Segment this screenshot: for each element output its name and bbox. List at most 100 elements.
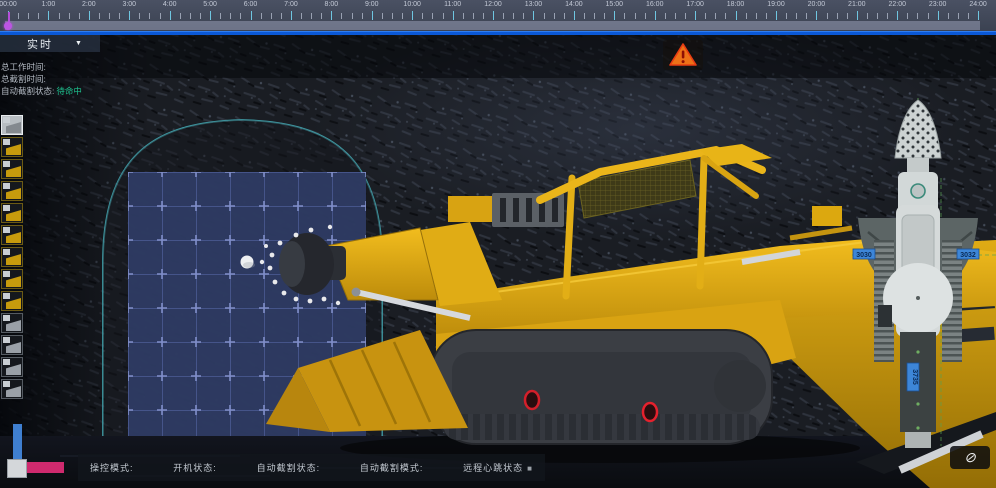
timeline-tick <box>655 11 656 20</box>
track-marker-red-1 <box>525 391 539 409</box>
status-line-total-cut: 总截割时间: <box>1 73 82 85</box>
timeline-tick <box>170 11 171 20</box>
timeline-hour-label: 20:00 <box>808 1 826 8</box>
camera-view-thumbnail[interactable] <box>1 291 23 311</box>
camera-view-thumbnail[interactable] <box>1 203 23 223</box>
timeline-tick <box>291 11 292 20</box>
timeline-tick <box>251 11 252 20</box>
joystick-axis-x-bar <box>27 462 64 473</box>
thumb-machine-icon <box>6 276 21 287</box>
thumb-cab-icon <box>3 249 10 255</box>
svg-text:3032: 3032 <box>960 252 976 259</box>
disable-control-button[interactable]: ⊘ <box>950 446 990 469</box>
camera-view-thumbnail[interactable] <box>1 269 23 289</box>
timeline-tick <box>271 13 272 19</box>
timeline-hour-label: 3:00 <box>122 1 136 8</box>
timeline-tick <box>695 11 696 20</box>
camera-view-thumbnail[interactable] <box>1 225 23 245</box>
scene-3d-viewport[interactable]: 3030 3032 3735 <box>0 0 996 488</box>
camera-view-thumbnail[interactable] <box>1 247 23 267</box>
timeline-tick <box>665 13 666 19</box>
timeline-tick <box>756 13 757 19</box>
timeline-tick <box>624 13 625 19</box>
timeline-hour-label: 4:00 <box>163 1 177 8</box>
timeline-tick <box>382 13 383 19</box>
track-marker-red-2 <box>643 403 657 421</box>
timeline-hour-label: 21:00 <box>848 1 866 8</box>
thumb-machine-icon <box>6 188 21 199</box>
timeline-hour-label: 10:00 <box>403 1 421 8</box>
thumb-cab-icon <box>3 337 10 343</box>
timeline-tick <box>554 13 555 19</box>
timeline-tick <box>978 11 979 20</box>
svg-text:3030: 3030 <box>856 252 872 259</box>
timeline-tick <box>69 13 70 19</box>
camera-view-thumbnail[interactable] <box>1 313 23 333</box>
thumb-cab-icon <box>3 205 10 211</box>
timeline-tick <box>584 13 585 19</box>
timeline-tick <box>513 13 514 19</box>
status-line-auto-cut: 自动截割状态:待命中 <box>1 85 82 97</box>
joystick-handle[interactable] <box>7 459 27 478</box>
machine-status-bar: 操控模式:开机状态:自动截割状态:自动截割模式:远程心跳状态■ <box>78 454 545 481</box>
timeline-tick <box>38 13 39 19</box>
thumb-cab-icon <box>3 293 10 299</box>
timeline-hour-label: 11:00 <box>444 1 461 8</box>
timeline-tick <box>443 13 444 19</box>
timeline-tick <box>594 13 595 19</box>
timeline-tick <box>28 13 29 19</box>
timeline-tick <box>827 13 828 19</box>
timeline-tick <box>523 13 524 19</box>
tunnel-scene-canvas: 3030 3032 3735 <box>0 0 996 488</box>
timeline-tick <box>604 13 605 19</box>
warning-alert-icon[interactable] <box>663 40 703 70</box>
camera-view-thumbnail[interactable] <box>1 335 23 355</box>
timeline-tick <box>533 11 534 20</box>
timeline-tick <box>99 13 100 19</box>
timeline-tick <box>614 11 615 20</box>
svg-text:3735: 3735 <box>911 369 918 385</box>
camera-view-thumbnail[interactable] <box>1 159 23 179</box>
timeline-tick <box>129 11 130 20</box>
timeline-tick <box>240 13 241 19</box>
timeline-tick <box>190 13 191 19</box>
timeline-tick <box>210 11 211 20</box>
thumb-cab-icon <box>3 183 10 189</box>
timeline-tick <box>503 13 504 19</box>
timeline-hour-label: 5:00 <box>203 1 217 8</box>
timeline-tick <box>766 13 767 19</box>
camera-view-thumbnail[interactable] <box>1 357 23 377</box>
timeline-tick <box>928 13 929 19</box>
timeline-playhead[interactable] <box>4 22 12 30</box>
thumb-machine-icon <box>6 254 21 265</box>
timeline-tick <box>59 13 60 19</box>
timeline-selection-band[interactable] <box>5 21 980 30</box>
timeline-tick <box>867 13 868 19</box>
timeline-tick <box>301 13 302 19</box>
timeline-tick <box>341 13 342 19</box>
minimap-left-badge: 3030 <box>853 249 875 259</box>
timeline-tick <box>139 13 140 19</box>
timeline-tick <box>736 11 737 20</box>
timeline-tick <box>796 13 797 19</box>
view-mode-dropdown[interactable]: 实时 ▼ <box>0 35 100 52</box>
timeline-tick <box>675 13 676 19</box>
timeline-tick <box>119 13 120 19</box>
timeline-tick <box>968 13 969 19</box>
thumb-machine-icon <box>6 144 21 155</box>
camera-view-thumbnail[interactable] <box>1 379 23 399</box>
timeline-tick <box>352 13 353 19</box>
camera-view-thumbnail[interactable] <box>1 181 23 201</box>
timeline-hour-label: 9:00 <box>365 1 379 8</box>
timeline-tick <box>746 13 747 19</box>
thumb-cab-icon <box>3 381 10 387</box>
timeline-tick <box>473 13 474 19</box>
camera-view-thumbnail[interactable] <box>1 115 23 135</box>
thumb-machine-icon <box>6 232 21 243</box>
timeline-hour-label: 17:00 <box>686 1 704 8</box>
status-bar-label: 远程心跳状态■ <box>463 461 533 474</box>
camera-view-thumbnail[interactable] <box>1 137 23 157</box>
timeline-scrubber[interactable]: 00:001:002:003:004:005:006:007:008:009:0… <box>0 0 996 35</box>
timeline-tick <box>48 11 49 20</box>
timeline-tick <box>847 13 848 19</box>
